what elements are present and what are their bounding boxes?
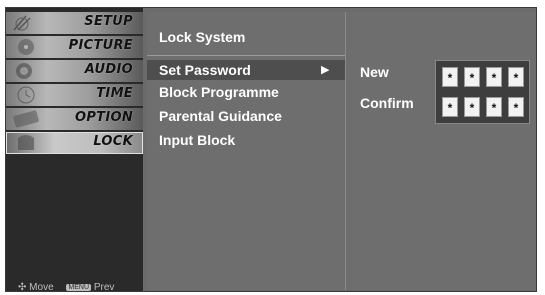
option-parental-guidance[interactable]: Parental Guidance (159, 108, 282, 124)
lock-icon (18, 135, 34, 150)
menu-item-label: OPTION (74, 110, 133, 125)
menu-item-label: LOCK (93, 134, 133, 149)
new-password-label: New (360, 64, 389, 80)
prev-label: Prev (93, 282, 115, 293)
option-tag-icon (13, 110, 39, 128)
password-entry-box: * * * * * * * * (435, 60, 530, 124)
film-reel-icon (18, 39, 34, 55)
move-arrows-icon: ✣ (18, 282, 27, 293)
submenu-arrow-icon: ▶ (321, 64, 330, 76)
clock-icon (17, 86, 35, 104)
confirm-digit-3[interactable]: * (486, 97, 502, 117)
tv-osd-screen: SETUP PICTURE AUDIO TIME OPTION LOCK ✣ M… (0, 0, 545, 295)
confirm-digit-4[interactable]: * (508, 97, 524, 117)
option-block-programme[interactable]: Block Programme (159, 84, 279, 100)
option-set-password[interactable]: Set Password (159, 62, 251, 78)
move-label: Move (29, 282, 54, 293)
menu-item-lock[interactable]: LOCK (6, 132, 143, 154)
title-divider (147, 55, 345, 56)
menu-item-label: TIME (96, 86, 133, 101)
speaker-icon (16, 63, 32, 79)
new-digit-4[interactable]: * (508, 67, 524, 87)
menu-item-time[interactable]: TIME (6, 84, 143, 106)
confirm-password-label: Confirm (360, 95, 414, 111)
confirm-digit-2[interactable]: * (464, 97, 480, 117)
category-menu: SETUP PICTURE AUDIO TIME OPTION LOCK ✣ M… (6, 8, 143, 293)
lock-system-submenu: Lock System Set Password ▶ Block Program… (147, 12, 346, 290)
set-password-panel: New Confirm * * * * * * * * (346, 12, 536, 290)
new-digit-3[interactable]: * (486, 67, 502, 87)
confirm-digit-1[interactable]: * (442, 97, 458, 117)
help-bar: ✣ Move MENU Prev (18, 282, 114, 293)
menu-item-label: PICTURE (68, 38, 133, 53)
menu-item-label: SETUP (84, 14, 133, 29)
new-digit-1[interactable]: * (442, 67, 458, 87)
menu-item-picture[interactable]: PICTURE (6, 36, 143, 58)
menu-item-label: AUDIO (84, 62, 133, 77)
submenu-title: Lock System (159, 29, 246, 45)
satellite-dish-icon (13, 15, 31, 31)
menu-item-setup[interactable]: SETUP (6, 12, 143, 34)
new-digit-2[interactable]: * (464, 67, 480, 87)
menu-item-audio[interactable]: AUDIO (6, 60, 143, 82)
option-input-block[interactable]: Input Block (159, 132, 235, 148)
menu-key-icon: MENU (66, 284, 92, 291)
menu-item-option[interactable]: OPTION (6, 108, 143, 130)
